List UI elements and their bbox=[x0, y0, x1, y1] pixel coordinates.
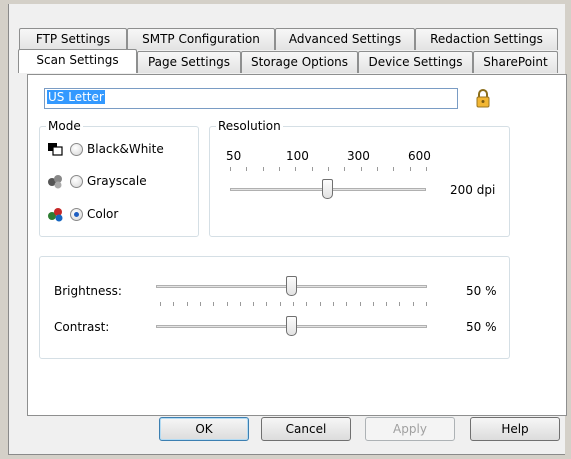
black-white-icon bbox=[47, 141, 65, 157]
slider-tick bbox=[160, 302, 161, 306]
scan-settings-dialog: FTP Settings SMTP Configuration Advanced… bbox=[8, 4, 567, 455]
tab-smtp-configuration[interactable]: SMTP Configuration bbox=[127, 28, 275, 50]
slider-tick bbox=[306, 302, 308, 306]
slider-tick bbox=[409, 167, 411, 171]
slider-tick bbox=[186, 302, 188, 306]
slider-tick bbox=[226, 302, 228, 306]
tab-sharepoint[interactable]: SharePoint bbox=[473, 51, 558, 73]
color-radio[interactable] bbox=[70, 207, 83, 221]
color-label: Color bbox=[87, 207, 119, 221]
resolution-group-title: Resolution bbox=[216, 119, 283, 133]
slider-tick bbox=[246, 167, 248, 171]
resolution-value: 200 dpi bbox=[450, 183, 496, 197]
slider-tick bbox=[311, 167, 313, 171]
tab-scan-settings[interactable]: Scan Settings bbox=[18, 49, 137, 73]
slider-tick bbox=[346, 302, 348, 306]
resolution-scale-300: 300 bbox=[347, 149, 370, 163]
slider-tick bbox=[295, 167, 297, 171]
resolution-scale-600: 600 bbox=[408, 149, 431, 163]
tab-redaction-settings[interactable]: Redaction Settings bbox=[415, 28, 558, 50]
black-white-label: Black&White bbox=[87, 142, 164, 156]
contrast-slider-thumb[interactable] bbox=[285, 316, 297, 336]
slider-tick bbox=[426, 302, 427, 306]
slider-tick bbox=[253, 302, 255, 306]
slider-tick bbox=[359, 302, 361, 306]
preset-name-field[interactable]: US Letter bbox=[44, 88, 458, 109]
slider-tick bbox=[279, 302, 281, 306]
slider-tick bbox=[279, 167, 280, 171]
contrast-value: 50 % bbox=[466, 320, 497, 334]
ok-button[interactable]: OK bbox=[159, 417, 249, 441]
slider-tick bbox=[199, 302, 201, 306]
slider-tick bbox=[386, 302, 388, 306]
mode-option-black-white[interactable]: Black&White bbox=[47, 140, 164, 158]
slider-tick bbox=[360, 167, 362, 171]
slider-tick bbox=[239, 302, 241, 306]
slider-tick bbox=[262, 167, 264, 171]
mode-group: Mode Black&White Grayscale Color bbox=[39, 119, 199, 237]
grayscale-label: Grayscale bbox=[87, 174, 147, 188]
resolution-group: Resolution 50 100 300 600 200 dpi bbox=[209, 119, 510, 237]
brightness-slider-thumb[interactable] bbox=[285, 276, 297, 296]
color-icon bbox=[47, 206, 65, 222]
slider-tick bbox=[372, 302, 374, 306]
help-button[interactable]: Help bbox=[470, 417, 560, 441]
slider-tick bbox=[344, 167, 346, 171]
tab-ftp-settings[interactable]: FTP Settings bbox=[19, 28, 127, 50]
slider-tick bbox=[173, 302, 175, 306]
contrast-label: Contrast: bbox=[54, 320, 110, 334]
apply-button[interactable]: Apply bbox=[365, 417, 455, 441]
black-white-radio[interactable] bbox=[70, 142, 83, 156]
preset-name-value[interactable]: US Letter bbox=[47, 90, 105, 104]
tab-device-settings[interactable]: Device Settings bbox=[358, 51, 473, 73]
adjustments-group: Brightness: 50 % Contrast: 50 % bbox=[39, 256, 510, 359]
resolution-slider-thumb[interactable] bbox=[322, 179, 333, 199]
tab-advanced-settings[interactable]: Advanced Settings bbox=[275, 28, 415, 50]
resolution-scale-50: 50 bbox=[226, 149, 242, 163]
slider-tick bbox=[230, 167, 231, 171]
brightness-value: 50 % bbox=[466, 284, 497, 298]
lock-icon[interactable] bbox=[475, 88, 491, 108]
slider-tick bbox=[377, 167, 378, 171]
tab-storage-options[interactable]: Storage Options bbox=[241, 51, 358, 73]
grayscale-radio[interactable] bbox=[70, 174, 83, 188]
resolution-scale-100: 100 bbox=[286, 149, 309, 163]
cancel-button[interactable]: Cancel bbox=[261, 417, 351, 441]
scan-settings-panel: US Letter Mode Black&White Grayscale Col… bbox=[27, 74, 567, 416]
slider-tick bbox=[412, 302, 414, 306]
slider-tick bbox=[426, 167, 427, 171]
tab-page-settings[interactable]: Page Settings bbox=[137, 51, 241, 73]
slider-tick bbox=[319, 302, 321, 306]
mode-group-title: Mode bbox=[46, 119, 83, 133]
slider-tick bbox=[266, 302, 268, 306]
slider-tick bbox=[293, 302, 294, 306]
slider-tick bbox=[213, 302, 215, 306]
grayscale-icon bbox=[47, 173, 65, 189]
mode-option-grayscale[interactable]: Grayscale bbox=[47, 172, 147, 190]
slider-tick bbox=[399, 302, 401, 306]
brightness-label: Brightness: bbox=[54, 284, 122, 298]
slider-tick bbox=[332, 302, 334, 306]
mode-option-color[interactable]: Color bbox=[47, 205, 118, 223]
slider-tick bbox=[328, 167, 329, 171]
slider-tick bbox=[393, 167, 395, 171]
